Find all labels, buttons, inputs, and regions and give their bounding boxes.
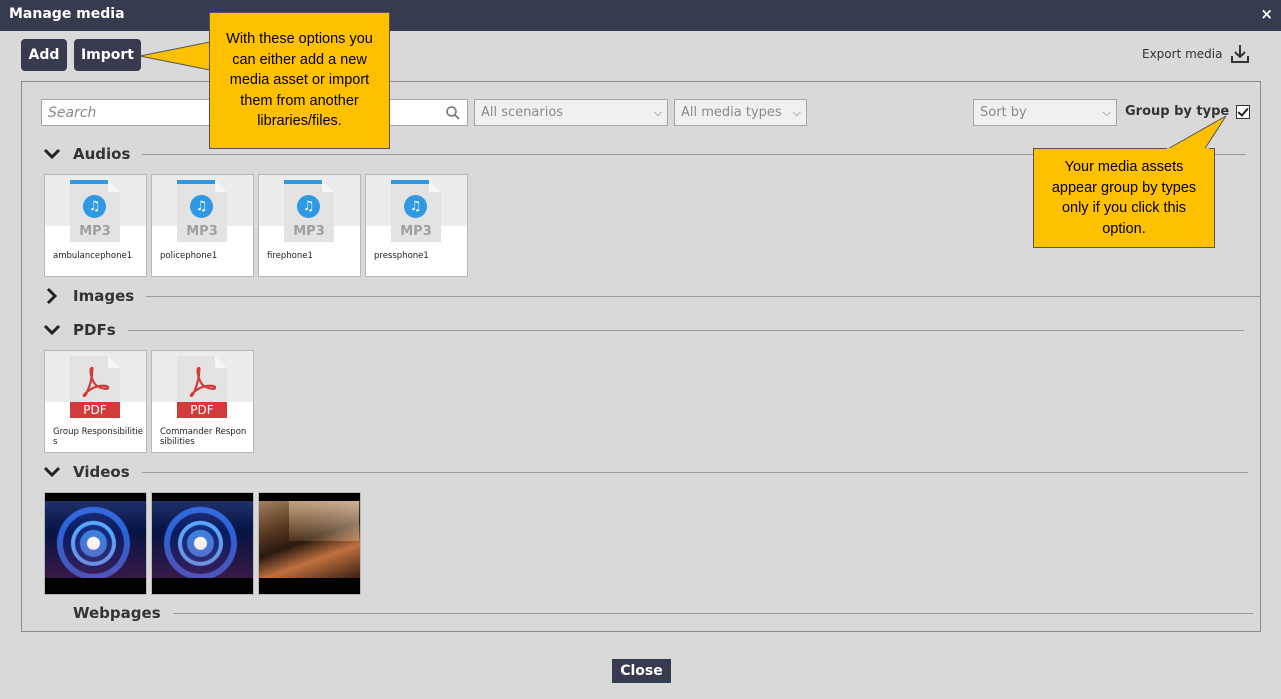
section-header-webpages: Webpages	[41, 604, 1253, 622]
section-divider	[172, 612, 1253, 614]
sort-select-value: Sort by	[980, 105, 1027, 120]
section-divider	[141, 471, 1248, 473]
file-extension: PDF	[70, 402, 120, 418]
pdf-file-icon: PDF	[70, 356, 120, 418]
section-divider	[127, 329, 1244, 331]
import-tip-callout: With these options you can either add a …	[209, 12, 390, 149]
file-extension: PDF	[177, 402, 227, 418]
export-media-label: Export media	[1142, 47, 1223, 61]
sort-select[interactable]: Sort by ⌵	[973, 99, 1117, 126]
file-extension: MP3	[186, 224, 218, 239]
file-extension: MP3	[293, 224, 325, 239]
media-tile-video[interactable]	[151, 492, 254, 595]
media-name: pressphone1	[374, 251, 429, 261]
music-note-icon: ♫	[83, 195, 106, 218]
window-close-icon[interactable]: ×	[1260, 5, 1273, 23]
media-tile-audio[interactable]: ♫ MP3 firephone1	[258, 174, 361, 277]
file-extension: MP3	[400, 224, 432, 239]
add-button[interactable]: Add	[21, 39, 67, 71]
file-extension: MP3	[79, 224, 111, 239]
download-icon	[1231, 45, 1250, 63]
section-header-pdfs: PDFs	[41, 320, 1244, 340]
close-button[interactable]: Close	[612, 659, 671, 683]
chevron-down-icon: ⌵	[653, 106, 662, 119]
video-thumbnail	[45, 501, 146, 578]
section-header-videos: Videos	[41, 462, 1248, 482]
callout-pointer	[139, 41, 211, 71]
video-thumbnail	[152, 501, 253, 578]
chevron-down-icon[interactable]	[41, 320, 63, 340]
chevron-down-icon: ⌵	[1102, 106, 1111, 119]
section-divider	[146, 295, 1261, 297]
pdf-file-icon: PDF	[177, 356, 227, 418]
window-title: Manage media	[9, 6, 125, 22]
scenario-select-value: All scenarios	[481, 105, 564, 120]
import-button[interactable]: Import	[74, 39, 141, 71]
section-title-audios: Audios	[73, 145, 131, 163]
music-note-icon: ♫	[190, 195, 213, 218]
chevron-right-icon[interactable]	[41, 286, 63, 306]
media-tile-audio[interactable]: ♫ MP3 policephone1	[151, 174, 254, 277]
export-media-button[interactable]: Export media	[1142, 44, 1250, 64]
audio-file-icon: ♫ MP3	[284, 180, 334, 242]
section-title-pdfs: PDFs	[73, 321, 116, 339]
media-tile-audio[interactable]: ♫ MP3 ambulancephone1	[44, 174, 147, 277]
section-title-webpages: Webpages	[73, 604, 161, 622]
media-name: Group Responsibilities	[53, 427, 143, 447]
acrobat-icon	[189, 366, 217, 397]
media-type-select-value: All media types	[681, 105, 782, 120]
media-type-select[interactable]: All media types ⌵	[674, 99, 807, 126]
media-tile-video[interactable]	[44, 492, 147, 595]
section-title-videos: Videos	[73, 463, 130, 481]
audio-file-icon: ♫ MP3	[70, 180, 120, 242]
video-thumbnail	[259, 501, 360, 578]
group-tip-callout: Your media assets appear group by types …	[1033, 148, 1215, 248]
chevron-down-icon: ⌵	[792, 106, 801, 119]
media-tile-pdf[interactable]: PDF Group Responsibilities	[44, 350, 147, 453]
media-tile-audio[interactable]: ♫ MP3 pressphone1	[365, 174, 468, 277]
scenario-select[interactable]: All scenarios ⌵	[474, 99, 668, 126]
audio-file-icon: ♫ MP3	[177, 180, 227, 242]
chevron-down-icon[interactable]	[41, 144, 63, 164]
media-tile-video[interactable]	[258, 492, 361, 595]
media-name: firephone1	[267, 251, 313, 261]
search-icon[interactable]	[445, 105, 461, 121]
callout-pointer-mask	[1167, 148, 1209, 151]
callout-pointer-mask	[210, 37, 213, 73]
window-titlebar: Manage media ×	[0, 0, 1281, 31]
media-name: Commander Responsibilities	[160, 427, 247, 447]
audio-file-icon: ♫ MP3	[391, 180, 441, 242]
chevron-down-icon[interactable]	[41, 462, 63, 482]
music-note-icon: ♫	[297, 195, 320, 218]
acrobat-icon	[82, 366, 110, 397]
media-name: policephone1	[160, 251, 218, 261]
media-name: ambulancephone1	[53, 251, 133, 261]
section-title-images: Images	[73, 287, 135, 305]
section-header-images: Images	[41, 286, 1261, 306]
media-tile-pdf[interactable]: PDF Commander Responsibilities	[151, 350, 254, 453]
music-note-icon: ♫	[404, 195, 427, 218]
